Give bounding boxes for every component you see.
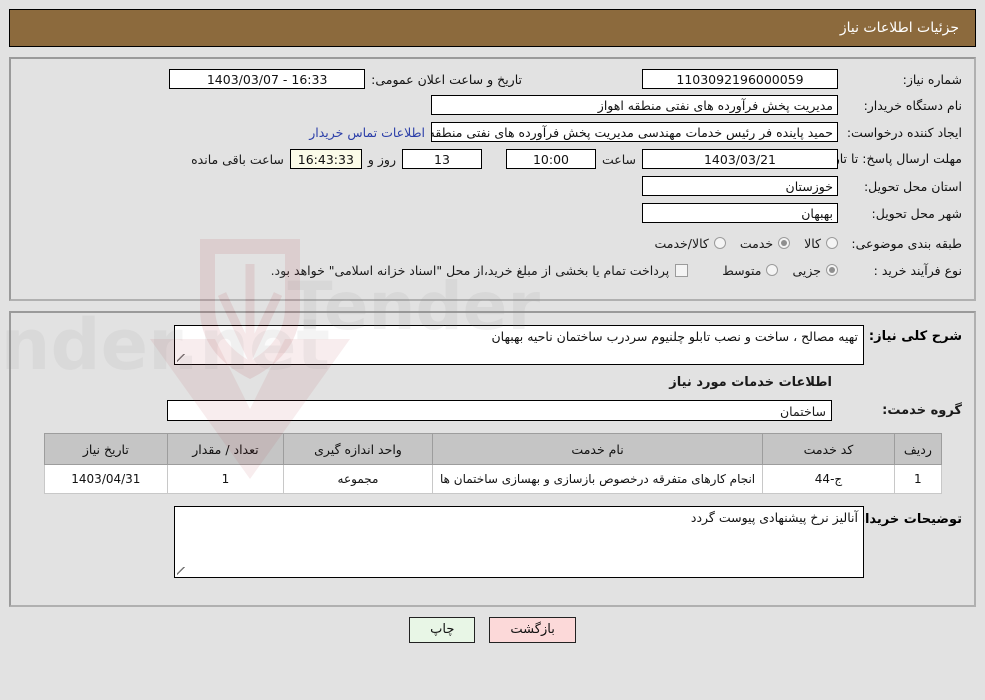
radio-option-jozi[interactable]: جزیی (792, 263, 838, 278)
service-items-table: ردیف کد خدمت نام خدمت واحد اندازه گیری ت… (43, 433, 942, 494)
row-buyer-org: نام دستگاه خریدار: مدیریت پخش فرآورده ها… (23, 94, 962, 116)
radio-option-motavasset[interactable]: متوسط (722, 262, 779, 278)
radio-icon-kala[interactable] (826, 237, 838, 249)
print-button[interactable]: چاپ (409, 617, 476, 643)
radio-icon-khedmat[interactable] (778, 237, 791, 249)
need-details-panel: شرح کلی نیاز: تهیه مصالح ، ساخت و نصب تا… (9, 311, 976, 607)
row-delivery-city: شهر محل تحویل: بهبهان (23, 202, 962, 224)
row-deadline: مهلت ارسال پاسخ: تا تاریخ: 1403/03/21 سا… (23, 148, 962, 170)
delivery-province-value: خوزستان (642, 176, 838, 196)
delivery-province-label: استان محل تحویل: (863, 178, 962, 194)
radio-option-kala-khedmat[interactable]: کالا/خدمت (654, 235, 726, 251)
radio-label-khedmat: خدمت (739, 235, 774, 251)
radio-label-jozi: جزیی (792, 262, 821, 278)
row-service-group: گروه خدمت: ساختمان (23, 400, 962, 421)
column-header-quantity: تعداد / مقدار (167, 433, 284, 465)
radio-label-kala-khedmat: کالا/خدمت (654, 235, 709, 251)
deadline-remaining-value: 16:43:33 (289, 149, 362, 169)
table-header-row: ردیف کد خدمت نام خدمت واحد اندازه گیری ت… (43, 433, 942, 465)
row-delivery-province: استان محل تحویل: خوزستان (23, 175, 962, 197)
buyer-contact-link[interactable]: اطلاعات تماس خریدار (309, 125, 431, 140)
request-creator-value: حمید پاینده فر رئیس خدمات مهندسی مدیریت … (431, 122, 838, 142)
page-title: جزئیات اطلاعات نیاز (839, 20, 959, 36)
deadline-hour-value: 10:00 (505, 149, 596, 169)
radio-icon-jozi[interactable] (826, 264, 838, 276)
row-buyer-comments: توضیحات خریدار: آنالیز نرخ پیشنهادی پیوس… (23, 506, 962, 578)
buyer-org-value: مدیریت پخش فرآورده های نفتی منطقه اهواز (431, 95, 838, 115)
footer-buttons: بازگشت چاپ (0, 617, 985, 643)
treasury-note-text: پرداخت تمام یا بخشی از مبلغ خرید،از محل … (270, 262, 670, 278)
row-need-number: شماره نیاز: 1103092196000059 تاریخ و ساع… (23, 69, 962, 89)
deadline-hour-label: ساعت (601, 151, 636, 167)
cell-quantity: 1 (167, 464, 284, 494)
row-purchase-process: نوع فرآیند خرید : جزیی متوسط پرداخت تمام… (23, 259, 962, 281)
public-announce-value: 16:33 - 1403/03/07 (169, 69, 366, 89)
column-header-unit: واحد اندازه گیری (282, 433, 434, 465)
deadline-remaining-suffix: ساعت باقی مانده (191, 151, 284, 167)
cell-need-date: 1403/04/31 (43, 464, 169, 494)
delivery-city-value: بهبهان (642, 203, 838, 223)
buyer-org-label: نام دستگاه خریدار: (863, 97, 962, 113)
need-info-panel: شماره نیاز: 1103092196000059 تاریخ و ساع… (9, 57, 976, 301)
service-group-value: ساختمان (167, 400, 832, 421)
back-button[interactable]: بازگشت (489, 617, 576, 643)
cell-service-code: ج-44 (761, 464, 896, 494)
radio-label-kala: کالا (804, 235, 821, 251)
row-general-description: شرح کلی نیاز: تهیه مصالح ، ساخت و نصب تا… (23, 325, 962, 365)
deadline-date-value: 1403/03/21 (642, 149, 838, 169)
deadline-label: مهلت ارسال پاسخ: تا تاریخ: (817, 151, 962, 166)
row-subject-classification: طبقه بندی موضوعی: کالا خدمت کالا/خدمت (23, 232, 962, 254)
general-description-label: شرح کلی نیاز: (868, 329, 962, 344)
general-description-textarea[interactable]: تهیه مصالح ، ساخت و نصب تابلو چلنیوم سرد… (174, 325, 864, 365)
column-header-radif: ردیف (894, 433, 942, 465)
need-number-label: شماره نیاز: (902, 71, 962, 87)
subject-classification-group: کالا خدمت کالا/خدمت (640, 236, 838, 251)
cell-unit: مجموعه (282, 464, 434, 494)
page-header: جزئیات اطلاعات نیاز (9, 9, 976, 47)
cell-radif: 1 (894, 464, 942, 494)
treasury-note-option[interactable]: پرداخت تمام یا بخشی از مبلغ خرید،از محل … (271, 263, 689, 278)
service-group-label: گروه خدمت: (882, 403, 962, 418)
radio-option-kala[interactable]: کالا (804, 236, 838, 251)
delivery-city-label: شهر محل تحویل: (871, 205, 962, 221)
buyer-comments-textarea[interactable]: آنالیز نرخ پیشنهادی پیوست گردد (174, 506, 864, 578)
request-creator-label: ایجاد کننده درخواست: (846, 124, 962, 140)
column-header-service-code: کد خدمت (761, 433, 896, 465)
purchase-process-label: نوع فرآیند خرید : (873, 262, 962, 278)
column-header-need-date: تاریخ نیاز (43, 433, 169, 465)
checkbox-icon-treasury[interactable] (675, 263, 689, 277)
row-request-creator: ایجاد کننده درخواست: حمید پاینده فر رئیس… (23, 121, 962, 143)
column-header-service-name: نام خدمت (432, 433, 763, 465)
buyer-comments-label: توضیحات خریدار: (852, 512, 962, 527)
cell-service-name: انجام کارهای متفرقه درخصوص بازسازی و بهس… (432, 464, 763, 494)
subject-classification-label: طبقه بندی موضوعی: (851, 235, 962, 251)
radio-icon-kala-khedmat[interactable] (713, 237, 726, 249)
radio-option-khedmat[interactable]: خدمت (739, 235, 791, 251)
need-number-value: 1103092196000059 (642, 69, 838, 89)
services-section-title: اطلاعات خدمات مورد نیاز (669, 375, 832, 390)
radio-label-motavasset: متوسط (722, 262, 762, 278)
public-announce-label: تاریخ و ساعت اعلان عمومی: (371, 71, 522, 87)
radio-icon-motavasset[interactable] (766, 264, 779, 276)
deadline-days-value: 13 (401, 149, 482, 169)
deadline-days-suffix: روز و (367, 151, 396, 167)
purchase-process-group: جزیی متوسط (708, 263, 838, 278)
table-row: 1 ج-44 انجام کارهای متفرقه درخصوص بازساز… (43, 464, 942, 494)
